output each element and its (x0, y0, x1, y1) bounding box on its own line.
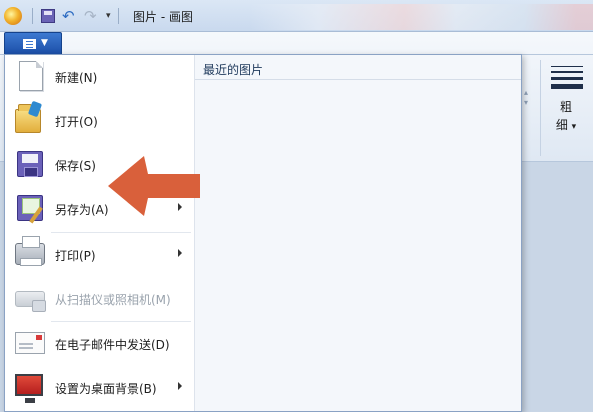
size-label-line2: 细 (555, 118, 568, 132)
new-file-icon (19, 61, 43, 91)
menu-item-from-scanner[interactable]: 从扫描仪或照相机(M) (5, 277, 194, 321)
menu-item-label: 另存为(A) (55, 203, 109, 217)
background-decoration (250, 4, 593, 30)
submenu-arrow-icon (178, 382, 182, 390)
toolbar-separator (117, 8, 119, 24)
menu-item-print[interactable]: 打印(P) (5, 233, 194, 277)
recent-pictures-panel: 最近的图片 (195, 55, 521, 411)
quick-access-toolbar: ↶ ↷ ▾ (4, 6, 123, 26)
menu-item-label: 打开(O) (55, 115, 98, 129)
gallery-scroll-icon[interactable]: ▴ ▾ (524, 88, 528, 108)
annotation-arrow-icon (108, 156, 200, 216)
save-as-icon (17, 195, 43, 221)
menu-item-label: 新建(N) (55, 71, 98, 85)
toolbar-separator (32, 8, 33, 24)
desktop-background-icon (15, 374, 43, 403)
recent-pictures-title: 最近的图片 (203, 63, 264, 77)
chevron-down-icon: ▾ (571, 122, 577, 132)
menu-item-label: 保存(S) (55, 159, 96, 173)
submenu-arrow-icon (178, 249, 182, 257)
app-menu-panel: 新建(N) 打开(O) 保存(S) 另存为(A) 打印(P) 从扫描仪或照相机(… (4, 54, 522, 412)
brush-size-label: 粗 细 ▾ (541, 98, 591, 136)
paint-app-icon[interactable] (4, 7, 22, 25)
menu-item-new[interactable]: 新建(N) (5, 55, 194, 99)
scanner-icon (15, 291, 46, 312)
customize-dropdown-icon[interactable]: ▾ (106, 11, 111, 21)
app-menu-button[interactable]: ▼ (4, 32, 62, 54)
menu-item-label: 设置为桌面背景(B) (55, 382, 157, 396)
menu-item-send-email[interactable]: 在电子邮件中发送(D) (5, 322, 194, 366)
size-label-line1: 粗 (559, 100, 572, 114)
redo-icon[interactable]: ↷ (84, 8, 100, 24)
menu-item-set-desktop-background[interactable]: 设置为桌面背景(B) (5, 366, 194, 410)
app-menu-icon (23, 39, 36, 49)
title-bar: ↶ ↷ ▾ 图片 - 画图 (0, 0, 593, 32)
brush-size-button[interactable]: 粗 细 ▾ (540, 60, 590, 156)
menu-item-open[interactable]: 打开(O) (5, 99, 194, 143)
window-title: 图片 - 画图 (133, 10, 193, 24)
menu-item-label: 在电子邮件中发送(D) (55, 338, 170, 352)
menu-item-label: 从扫描仪或照相机(M) (55, 293, 171, 307)
app-menu-commands: 新建(N) 打开(O) 保存(S) 另存为(A) 打印(P) 从扫描仪或照相机(… (5, 55, 194, 411)
save-icon[interactable] (41, 9, 55, 23)
printer-icon (15, 236, 45, 266)
undo-icon[interactable]: ↶ (62, 8, 78, 24)
line-size-icon (551, 66, 583, 93)
menu-item-label: 打印(P) (55, 249, 96, 263)
open-folder-icon (15, 104, 41, 133)
email-icon (15, 332, 45, 354)
chevron-down-icon: ▼ (41, 38, 48, 48)
recent-pictures-divider (195, 79, 521, 80)
save-icon (17, 151, 43, 177)
